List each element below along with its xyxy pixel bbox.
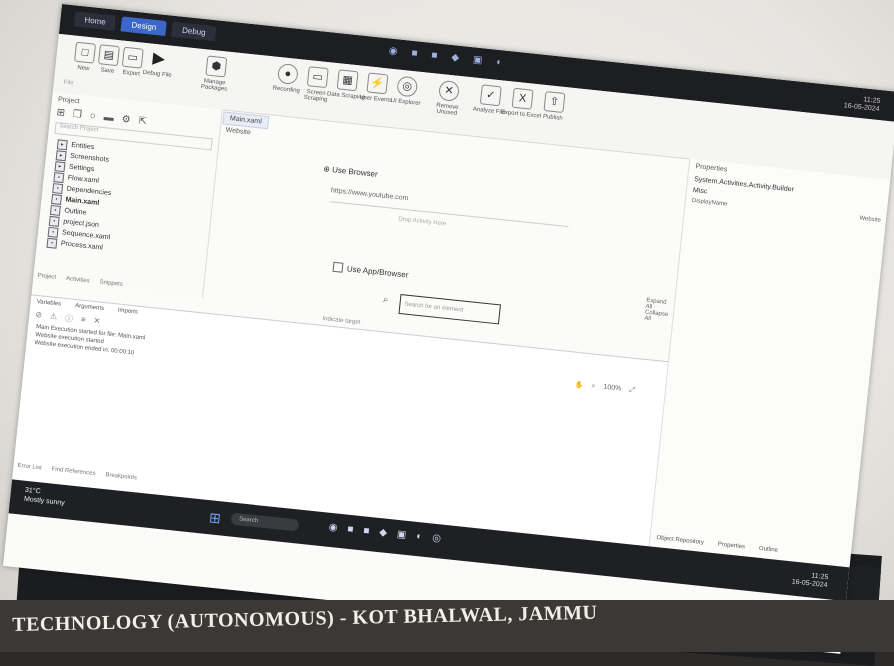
property-label: DisplayName	[691, 197, 728, 208]
weather-widget[interactable]: 31°C Mostly sunny	[24, 486, 67, 508]
tab-outline[interactable]: Outline	[759, 546, 779, 554]
file-icon: ▪	[46, 237, 58, 249]
tab-project[interactable]: Project	[37, 273, 56, 281]
zoom-level[interactable]: 100%	[603, 384, 622, 394]
app-icon[interactable]: ◆	[379, 527, 388, 539]
project-panel: Project ⊞ ❐ ○ ▬ ⚙ ⇱ Search Project ▸ Enti…	[32, 91, 223, 299]
caption-banner: TECHNOLOGY (AUTONOMOUS) - KOT BHALWAL, J…	[0, 600, 894, 652]
file-icon: ▪	[52, 182, 64, 194]
taskbar-search[interactable]: Search	[230, 512, 300, 532]
project-tree: ▸ Entities ▸ Screenshots ▸ Settings ▪ Flow.x…	[36, 137, 217, 264]
tab-imports[interactable]: Imports	[118, 308, 139, 316]
analyze-icon: ✓	[479, 84, 502, 107]
use-app-browser-activity[interactable]: Use App/Browser	[332, 261, 409, 280]
filter-icon[interactable]: ⊘	[35, 310, 43, 322]
publish-button[interactable]: ⇧ Publish	[531, 90, 578, 123]
title-clock: 11:25 16-05-2024	[843, 94, 880, 114]
tab-arguments[interactable]: Arguments	[75, 303, 104, 312]
app-icon[interactable]: ■	[363, 525, 370, 537]
collapse-icon[interactable]: ⇱	[138, 116, 147, 128]
file-icon: ▪	[53, 171, 65, 183]
activity-checkbox[interactable]	[332, 261, 344, 273]
app-icon[interactable]: ◎	[432, 533, 442, 545]
taskbar-apps: ◉ ■ ■ ◆ ▣ ◐ ◎	[328, 522, 441, 545]
search-icon: ⌕	[382, 294, 390, 306]
app-icon[interactable]: ◐	[496, 57, 503, 69]
ribbon-group-label: File	[63, 79, 74, 87]
app-icon[interactable]: ◆	[451, 52, 460, 64]
tab-object-repository[interactable]: Object Repository	[656, 535, 704, 546]
indicate-target-link[interactable]: Indicate target	[322, 316, 360, 326]
search-icon[interactable]: ⌕	[591, 382, 596, 390]
url-field[interactable]: https://www.youtube.com	[329, 187, 571, 228]
app-icon[interactable]: ■	[431, 50, 438, 62]
debug-file-button[interactable]: ▶ Debug File	[135, 48, 182, 79]
folder-icon: ▸	[54, 160, 66, 172]
error-list-tab[interactable]: Error List	[17, 463, 42, 472]
project-footer-tabs: Project Activities Snippets	[37, 273, 123, 288]
app-icon[interactable]: ◉	[388, 45, 398, 57]
windows-start-icon[interactable]: ⊞	[208, 509, 221, 527]
explorer-icon: ◎	[396, 75, 419, 98]
tab-snippets[interactable]: Snippets	[99, 279, 123, 287]
app-icon[interactable]: ■	[411, 48, 418, 60]
app-icon[interactable]: ■	[347, 524, 354, 536]
caption-text: TECHNOLOGY (AUTONOMOUS) - KOT BHALWAL, J…	[12, 601, 598, 636]
taskbar-clock: 11:25 16-05-2024	[791, 571, 828, 591]
expand-all-link[interactable]: Expand All	[645, 298, 667, 311]
remove-unused-button[interactable]: ✕ Remove Unused	[425, 79, 472, 118]
excel-icon: X	[511, 87, 534, 110]
app-icon[interactable]: ▣	[472, 54, 483, 66]
file-icon: ▪	[49, 204, 61, 216]
manage-packages-button[interactable]: ⬢ Manage Packages	[192, 54, 239, 93]
ui-explorer-button[interactable]: ◎ UI Explorer	[383, 74, 430, 107]
tab-properties[interactable]: Properties	[717, 542, 745, 551]
clear-icon[interactable]: ✕	[93, 316, 101, 328]
error-icon[interactable]: ⚠	[49, 311, 58, 323]
play-icon: ▶	[151, 49, 166, 69]
app-icon[interactable]: ◉	[328, 522, 338, 534]
remove-icon: ✕	[438, 79, 461, 102]
drop-activity-hint: Drop Activity Here	[398, 216, 447, 228]
tab-variables[interactable]: Variables	[36, 299, 61, 308]
tab-design[interactable]: Design	[120, 16, 168, 36]
main-screen: Home Design Debug ◉ ■ ■ ◆ ▣ ◐ 11:25 16-0…	[2, 4, 894, 654]
element-search-input[interactable]: Search for an element	[398, 293, 501, 325]
tab-home[interactable]: Home	[73, 11, 117, 31]
package-icon: ⬢	[205, 55, 228, 78]
file-icon: ▪	[47, 226, 59, 238]
settings-icon[interactable]: ⚙	[121, 114, 131, 126]
fit-icon[interactable]: ⤢	[629, 386, 635, 395]
trace-icon[interactable]: ≡	[80, 315, 87, 326]
refresh-icon[interactable]: ○	[89, 111, 96, 123]
title-app-icons: ◉ ■ ■ ◆ ▣ ◐	[388, 45, 503, 68]
app-icon[interactable]: ▣	[396, 529, 407, 541]
properties-panel: Properties System.Activities.Activity.Bu…	[648, 158, 892, 568]
hand-icon[interactable]: ✋	[574, 381, 584, 390]
folder-icon: ▸	[56, 138, 68, 150]
collapse-all-link[interactable]: Collapse All	[644, 310, 668, 323]
copy-icon[interactable]: ❐	[72, 109, 82, 121]
sequence-title: ⊕ Use Browser	[322, 164, 379, 179]
tab-debug[interactable]: Debug	[171, 21, 217, 42]
tab-activities[interactable]: Activities	[66, 276, 90, 284]
app-icon[interactable]: ◐	[416, 531, 423, 543]
expand-collapse-controls: Expand All · Collapse All	[643, 297, 669, 323]
folder-icon: ▸	[55, 149, 67, 161]
file-icon: ▪	[51, 193, 63, 205]
info-icon[interactable]: ⓘ	[64, 313, 74, 325]
file-icon: ▪	[48, 215, 60, 227]
breakpoints-tab[interactable]: Breakpoints	[105, 472, 137, 481]
publish-icon: ⇧	[543, 91, 566, 114]
status-bar: Error List Find References Breakpoints	[17, 463, 137, 482]
add-icon[interactable]: ⊞	[56, 107, 65, 119]
folder-icon[interactable]: ▬	[103, 112, 114, 124]
find-references-tab[interactable]: Find References	[51, 466, 95, 477]
document-name: Website	[225, 126, 252, 137]
property-value[interactable]: Website	[859, 216, 881, 224]
